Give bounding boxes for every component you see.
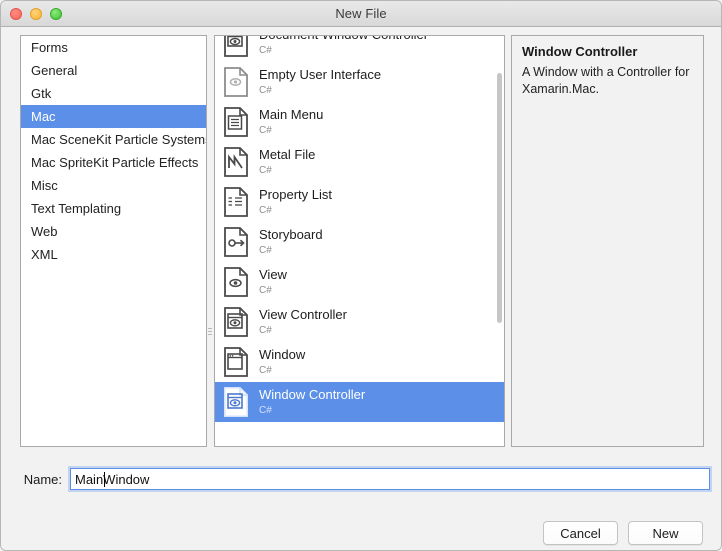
list-item-language: C# (259, 285, 272, 297)
sidebar-item-mac[interactable]: Mac (21, 105, 206, 128)
list-item-language: C# (259, 165, 272, 177)
sidebar-item-general[interactable]: General (21, 59, 206, 82)
panels-area: Forms General Gtk Mac Mac SceneKit Parti… (1, 27, 721, 447)
template-list[interactable]: Document Window Controller C# (214, 35, 505, 447)
view-icon (223, 267, 249, 297)
zoom-button[interactable] (50, 7, 62, 20)
list-item-language: C# (259, 365, 272, 377)
property-list-icon (223, 187, 249, 217)
list-item-text: Property List C# (259, 187, 332, 216)
list-item-language: C# (259, 205, 272, 217)
window-controller-icon (223, 387, 249, 417)
window-icon (223, 347, 249, 377)
empty-user-interface-icon (223, 67, 249, 97)
template-list-scrollbar[interactable] (496, 37, 503, 446)
description-panel: Window Controller A Window with a Contro… (511, 35, 704, 447)
list-item[interactable]: Main Menu C# (215, 102, 504, 142)
sidebar-item-xml[interactable]: XML (21, 243, 206, 266)
storyboard-icon (223, 227, 249, 257)
text-caret (104, 472, 105, 487)
close-button[interactable] (10, 7, 22, 20)
list-item-text: Window Controller C# (259, 387, 365, 416)
name-input-value: MainWindow (75, 471, 150, 487)
sidebar-item-mac-scenekit-particle-systems[interactable]: Mac SceneKit Particle Systems (21, 128, 206, 151)
metal-file-icon (223, 147, 249, 177)
name-label: Name: (23, 471, 62, 487)
grip-line (208, 327, 212, 329)
grip-line (208, 330, 212, 332)
scrollbar-thumb[interactable] (497, 73, 502, 323)
list-item-text: Metal File C# (259, 147, 315, 176)
list-item[interactable]: View Controller C# (215, 302, 504, 342)
list-item-selected[interactable]: Window Controller C# (215, 382, 504, 422)
title-bar: New File (1, 1, 721, 27)
list-item-title: Storyboard (259, 227, 323, 243)
list-item-title: Main Menu (259, 107, 324, 123)
list-item-title: Window Controller (259, 387, 366, 403)
list-item-text: Storyboard C# (259, 227, 323, 256)
name-row: Name: MainWindow (1, 464, 721, 494)
sidebar-item-misc[interactable]: Misc (21, 174, 206, 197)
list-item-title: Metal File (259, 147, 316, 163)
list-item[interactable]: Storyboard C# (215, 222, 504, 262)
sidebar-item-gtk[interactable]: Gtk (21, 82, 206, 105)
list-item-language: C# (259, 245, 272, 257)
new-file-dialog: New File Forms General Gtk Mac Mac Scene… (0, 0, 722, 551)
list-item-text: Main Menu C# (259, 107, 323, 136)
list-item-text: Empty User Interface C# (259, 67, 381, 96)
list-item-text: Window C# (259, 347, 305, 376)
splitter-grip[interactable] (208, 320, 212, 342)
list-item[interactable]: View C# (215, 262, 504, 302)
dialog-content: Forms General Gtk Mac Mac SceneKit Parti… (1, 27, 721, 550)
description-body: A Window with a Controller for Xamarin.M… (522, 65, 690, 96)
category-list[interactable]: Forms General Gtk Mac Mac SceneKit Parti… (20, 35, 207, 447)
list-item-text: Document Window Controller C# (259, 36, 428, 57)
list-item-language: C# (259, 125, 272, 137)
sidebar-item-text-templating[interactable]: Text Templating (21, 197, 206, 220)
window-controls (10, 1, 62, 26)
list-item-language: C# (259, 325, 272, 337)
cancel-button[interactable]: Cancel (543, 521, 618, 545)
list-item[interactable]: Window C# (215, 342, 504, 382)
sidebar-item-mac-spritekit-particle-effects[interactable]: Mac SpriteKit Particle Effects (21, 151, 206, 174)
list-item[interactable]: Metal File C# (215, 142, 504, 182)
list-item-text: View Controller C# (259, 307, 347, 336)
list-item[interactable]: Document Window Controller C# (215, 36, 504, 62)
list-item-title: Document Window Controller (259, 36, 428, 42)
list-item-language: C# (259, 45, 272, 57)
list-item-text: View C# (259, 267, 287, 296)
list-item[interactable]: Property List C# (215, 182, 504, 222)
dialog-buttons: Cancel New (543, 521, 703, 545)
grip-line (208, 333, 212, 335)
list-item-title: View (259, 267, 287, 283)
list-item-language: C# (259, 85, 272, 97)
list-item[interactable]: Empty User Interface C# (215, 62, 504, 102)
list-item-title: Empty User Interface (259, 67, 382, 83)
new-button[interactable]: New (628, 521, 703, 545)
description-title: Window Controller (522, 44, 638, 59)
list-item-title: View Controller (259, 307, 347, 323)
list-item-title: Window (259, 347, 306, 363)
window-title: New File (335, 6, 387, 21)
list-item-title: Property List (259, 187, 332, 203)
main-menu-icon (223, 107, 249, 137)
name-input[interactable]: MainWindow (70, 468, 710, 490)
document-window-controller-icon (223, 36, 249, 57)
sidebar-item-forms[interactable]: Forms (21, 36, 206, 59)
sidebar-item-web[interactable]: Web (21, 220, 206, 243)
view-controller-icon (223, 307, 249, 337)
template-list-scroll-content: Document Window Controller C# (215, 36, 504, 422)
minimize-button[interactable] (30, 7, 42, 20)
list-item-language: C# (259, 405, 272, 417)
